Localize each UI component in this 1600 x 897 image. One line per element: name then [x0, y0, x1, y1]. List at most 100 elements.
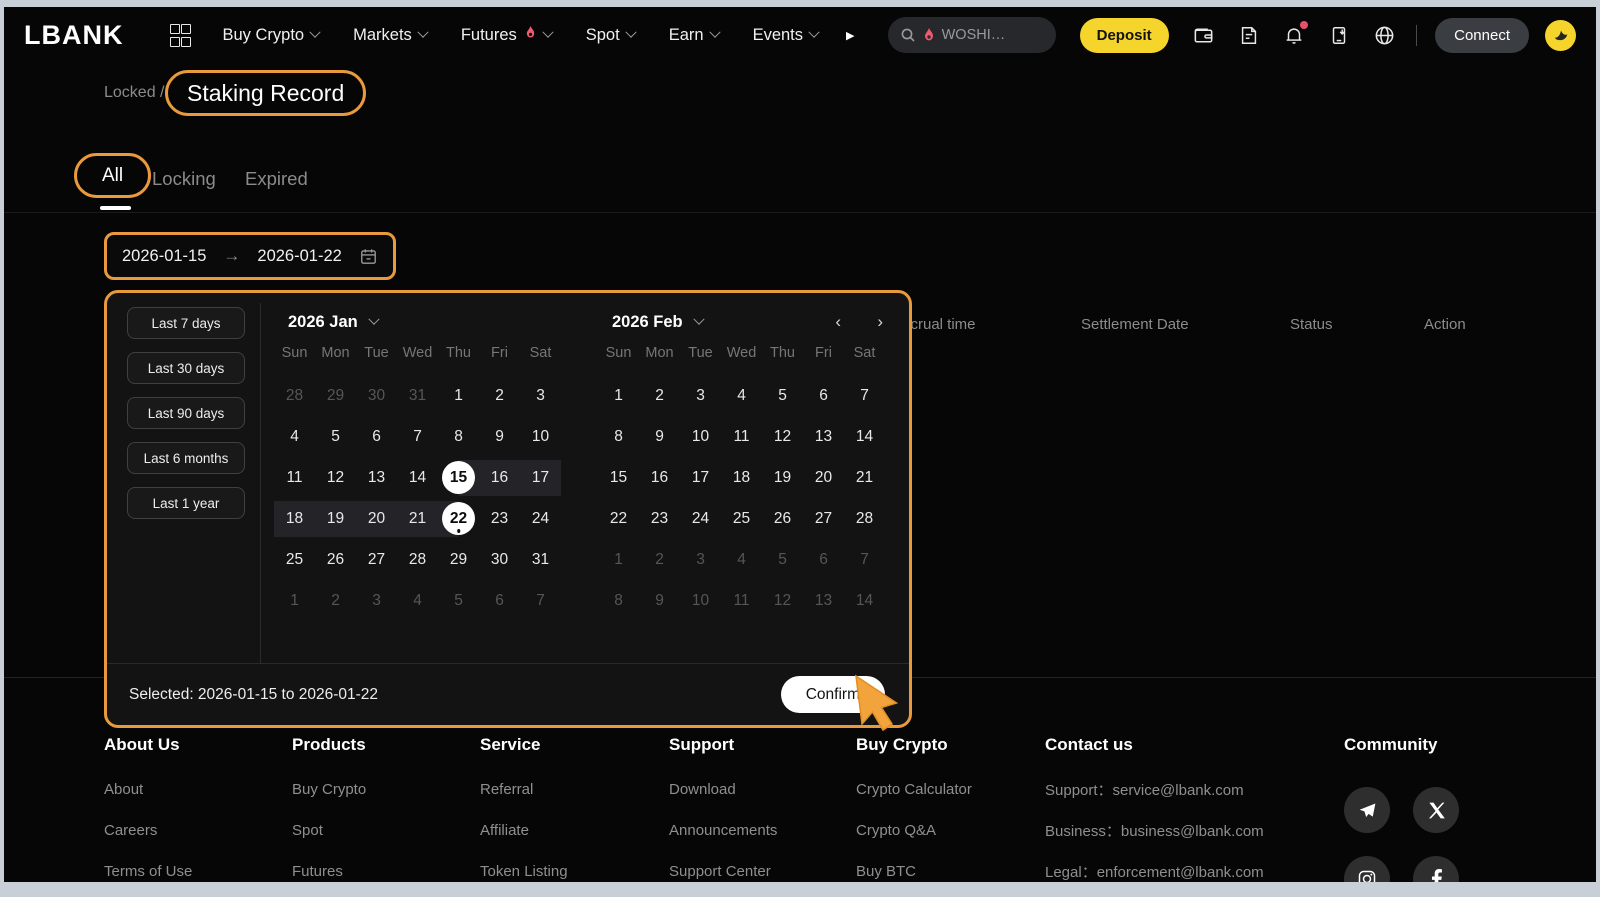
footer-link[interactable]: Futures — [292, 851, 366, 882]
day-cell[interactable]: 29 — [438, 542, 479, 578]
confirm-button[interactable]: Confirm — [781, 676, 885, 713]
tab-all[interactable]: All — [74, 153, 151, 198]
day-cell[interactable]: 7 — [844, 378, 885, 414]
day-cell[interactable]: 14 — [844, 419, 885, 455]
footer-link[interactable]: Business：business@lbank.com — [1045, 810, 1264, 851]
nav-item-events[interactable]: Events — [753, 26, 818, 45]
day-cell[interactable]: 22 — [438, 501, 479, 537]
search-input[interactable]: WOSHI… — [888, 17, 1056, 53]
wallet-icon[interactable] — [1192, 24, 1215, 47]
footer-link[interactable]: Crypto Calculator — [856, 769, 972, 810]
day-cell[interactable]: 9 — [639, 419, 680, 455]
day-cell[interactable]: 10 — [680, 583, 721, 619]
day-cell[interactable]: 11 — [721, 583, 762, 619]
day-cell[interactable]: 31 — [397, 378, 438, 414]
day-cell[interactable]: 2 — [315, 583, 356, 619]
day-cell[interactable]: 24 — [680, 501, 721, 537]
quick-range-last-30-days[interactable]: Last 30 days — [127, 352, 245, 384]
x-icon[interactable] — [1413, 787, 1459, 833]
day-cell[interactable]: 1 — [598, 378, 639, 414]
day-cell[interactable]: 23 — [479, 501, 520, 537]
day-cell[interactable]: 18 — [721, 460, 762, 496]
day-cell[interactable]: 3 — [356, 583, 397, 619]
day-cell[interactable]: 4 — [274, 419, 315, 455]
day-cell[interactable]: 6 — [356, 419, 397, 455]
day-cell[interactable]: 31 — [520, 542, 561, 578]
apps-grid-icon[interactable] — [170, 24, 189, 47]
nav-item-spot[interactable]: Spot — [586, 26, 635, 45]
day-cell[interactable]: 11 — [721, 419, 762, 455]
day-cell[interactable]: 15 — [598, 460, 639, 496]
day-cell[interactable]: 1 — [598, 542, 639, 578]
day-cell[interactable]: 20 — [356, 501, 397, 537]
day-cell[interactable]: 3 — [680, 378, 721, 414]
day-cell[interactable]: 15 — [438, 460, 479, 496]
day-cell[interactable]: 12 — [762, 419, 803, 455]
day-cell[interactable]: 14 — [844, 583, 885, 619]
date-range-input[interactable]: 2026-01-15 → 2026-01-22 — [104, 232, 396, 280]
day-cell[interactable]: 27 — [356, 542, 397, 578]
nav-item-buy-crypto[interactable]: Buy Crypto — [223, 26, 320, 45]
footer-link[interactable]: Spot — [292, 810, 366, 851]
app-download-icon[interactable] — [1328, 24, 1350, 47]
day-cell[interactable]: 30 — [479, 542, 520, 578]
day-cell[interactable]: 4 — [397, 583, 438, 619]
day-cell[interactable]: 7 — [520, 583, 561, 619]
footer-link[interactable]: Support：service@lbank.com — [1045, 769, 1264, 810]
language-globe-icon[interactable] — [1373, 24, 1396, 47]
facebook-icon[interactable] — [1413, 856, 1459, 882]
footer-link[interactable]: Legal：enforcement@lbank.com — [1045, 851, 1264, 882]
day-cell[interactable]: 7 — [397, 419, 438, 455]
footer-link[interactable]: Download — [669, 769, 777, 810]
day-cell[interactable]: 6 — [479, 583, 520, 619]
day-cell[interactable]: 8 — [598, 419, 639, 455]
breadcrumb[interactable]: Locked / — [104, 84, 164, 102]
nav-item-markets[interactable]: Markets — [353, 26, 427, 45]
day-cell[interactable]: 18 — [274, 501, 315, 537]
day-cell[interactable]: 19 — [315, 501, 356, 537]
footer-link[interactable]: Affiliate — [480, 810, 568, 851]
instagram-icon[interactable] — [1344, 856, 1390, 882]
day-cell[interactable]: 17 — [520, 460, 561, 496]
tab-locking[interactable]: Locking — [152, 168, 216, 190]
quick-range-last-90-days[interactable]: Last 90 days — [127, 397, 245, 429]
day-cell[interactable]: 6 — [803, 542, 844, 578]
day-cell[interactable]: 17 — [680, 460, 721, 496]
day-cell[interactable]: 10 — [520, 419, 561, 455]
month-title[interactable]: 2026 Feb — [612, 313, 683, 332]
day-cell[interactable]: 19 — [762, 460, 803, 496]
day-cell[interactable]: 13 — [356, 460, 397, 496]
orders-document-icon[interactable] — [1238, 24, 1260, 47]
footer-link[interactable]: Announcements — [669, 810, 777, 851]
day-cell[interactable]: 25 — [274, 542, 315, 578]
footer-link[interactable]: Referral — [480, 769, 568, 810]
day-cell[interactable]: 3 — [520, 378, 561, 414]
day-cell[interactable]: 24 — [520, 501, 561, 537]
day-cell[interactable]: 5 — [438, 583, 479, 619]
day-cell[interactable]: 2 — [479, 378, 520, 414]
day-cell[interactable]: 20 — [803, 460, 844, 496]
deposit-button[interactable]: Deposit — [1080, 18, 1169, 53]
day-cell[interactable]: 16 — [639, 460, 680, 496]
day-cell[interactable]: 21 — [397, 501, 438, 537]
lbank-logo[interactable]: LBANK — [24, 20, 124, 51]
day-cell[interactable]: 5 — [315, 419, 356, 455]
user-avatar[interactable] — [1545, 20, 1576, 51]
day-cell[interactable]: 2 — [639, 542, 680, 578]
day-cell[interactable]: 21 — [844, 460, 885, 496]
day-cell[interactable]: 23 — [639, 501, 680, 537]
nav-item-futures[interactable]: Futures — [461, 25, 552, 45]
day-cell[interactable]: 28 — [844, 501, 885, 537]
day-cell[interactable]: 16 — [479, 460, 520, 496]
day-cell[interactable]: 2 — [639, 378, 680, 414]
day-cell[interactable]: 28 — [274, 378, 315, 414]
day-cell[interactable]: 26 — [762, 501, 803, 537]
day-cell[interactable]: 28 — [397, 542, 438, 578]
quick-range-last-7-days[interactable]: Last 7 days — [127, 307, 245, 339]
day-cell[interactable]: 1 — [274, 583, 315, 619]
day-cell[interactable]: 26 — [315, 542, 356, 578]
footer-link[interactable]: Token Listing — [480, 851, 568, 882]
day-cell[interactable]: 10 — [680, 419, 721, 455]
month-title[interactable]: 2026 Jan — [288, 313, 358, 332]
connect-wallet-button[interactable]: Connect — [1435, 18, 1529, 53]
